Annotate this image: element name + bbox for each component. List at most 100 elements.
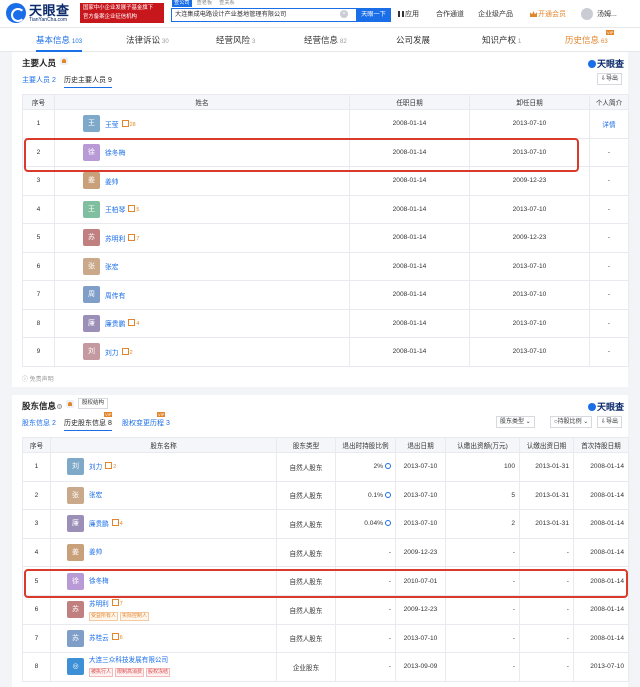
subtab-history-shareholders[interactable]: 历史股东信息 8 bbox=[64, 418, 112, 431]
shareholder-name-cell: 姜姜帅 bbox=[50, 537, 277, 568]
related-companies-badge[interactable]: 4 bbox=[128, 319, 139, 327]
person-name-link[interactable]: 苏明利 bbox=[105, 236, 125, 243]
tab-history-info[interactable]: 历史信息 63 bbox=[565, 28, 608, 52]
person-name-link[interactable]: 周传有 bbox=[105, 293, 125, 300]
shareholder-name-link[interactable]: 刘力 bbox=[89, 464, 102, 471]
shareholder-name-link[interactable]: 苏桂云 bbox=[89, 635, 109, 642]
bio-cell: - bbox=[589, 194, 629, 224]
avatar[interactable]: 张 bbox=[83, 257, 100, 275]
clear-search-icon[interactable]: × bbox=[340, 10, 348, 18]
related-companies-badge[interactable]: 5 bbox=[128, 205, 139, 213]
related-companies-badge[interactable]: 7 bbox=[128, 234, 139, 242]
tab-lawsuits[interactable]: 法律诉讼 30 bbox=[126, 28, 169, 52]
bio-cell[interactable]: 详情 bbox=[589, 109, 629, 139]
avatar[interactable]: 苏 bbox=[67, 629, 84, 647]
history-clock-icon[interactable] bbox=[385, 491, 391, 498]
nav-apps[interactable]: 应用 bbox=[398, 9, 419, 19]
personnel-title: 主要人员 bbox=[22, 58, 57, 68]
risk-tag[interactable]: 实际控制人 bbox=[120, 611, 150, 621]
logo[interactable]: 天眼查 TianYanCha.com bbox=[6, 3, 70, 23]
avatar[interactable]: 苏 bbox=[83, 229, 100, 247]
nav-cooperation[interactable]: 合作通道 bbox=[436, 9, 464, 19]
avatar[interactable]: 廉 bbox=[67, 515, 84, 533]
tab-intellectual-property[interactable]: 知识产权 1 bbox=[482, 28, 521, 52]
equity-structure-button[interactable]: 股权结构 bbox=[78, 398, 109, 409]
avatar[interactable]: 周 bbox=[83, 286, 100, 304]
search-tab-relation[interactable]: 查关系 bbox=[217, 0, 237, 7]
related-companies-badge[interactable]: 2 bbox=[122, 348, 133, 356]
table-row: 8 廉廉贵鹏 4 2008-01-14 2013-07-10- bbox=[22, 308, 629, 338]
avatar[interactable]: 姜 bbox=[83, 172, 100, 190]
highlight-box bbox=[24, 138, 579, 172]
user-avatar[interactable] bbox=[581, 8, 593, 20]
avatar[interactable]: 苏 bbox=[67, 601, 84, 619]
tab-basic-info[interactable]: 基本信息 103 bbox=[36, 28, 83, 52]
avatar[interactable]: 刘 bbox=[83, 343, 100, 361]
tab-business-risk[interactable]: 经营风险 3 bbox=[216, 28, 255, 52]
related-companies-badge[interactable]: 7 bbox=[112, 599, 123, 609]
person-name-link[interactable]: 王柏琴 bbox=[105, 207, 125, 214]
monitor-bell-icon[interactable] bbox=[60, 57, 68, 65]
related-companies-badge[interactable]: 2 bbox=[105, 462, 116, 472]
search-tab-company[interactable]: 查公司 bbox=[172, 0, 192, 7]
shareholder-name-link[interactable]: 张宏 bbox=[89, 492, 102, 499]
subtab-history-personnel[interactable]: 历史主要人员 9 bbox=[64, 75, 112, 88]
avatar[interactable]: 姜 bbox=[67, 544, 84, 562]
person-name-link[interactable]: 姜帅 bbox=[105, 179, 119, 186]
export-button[interactable]: ⇩导出 bbox=[597, 416, 623, 428]
risk-tag[interactable]: 受益所有人 bbox=[89, 611, 119, 621]
col-header-no: 序号 bbox=[22, 94, 55, 110]
shareholder-name-link[interactable]: 姜帅 bbox=[89, 549, 102, 556]
risk-tag[interactable]: 被执行人 bbox=[89, 668, 114, 678]
table-row: 2 张张宏 自然人股东 0.1% 2013-07-10 5 2013-01-31 2008-0… bbox=[22, 480, 629, 511]
avatar[interactable]: ◎ bbox=[67, 658, 84, 676]
shareholder-type-filter[interactable]: 股东类型 ⌄ bbox=[496, 416, 535, 428]
person-name-link[interactable]: 张宏 bbox=[105, 264, 119, 271]
col-header-first-date: 首次持股日期 bbox=[573, 437, 629, 453]
bio-cell: - bbox=[589, 223, 629, 253]
exit-ratio: 0.1% bbox=[335, 480, 396, 511]
avatar[interactable]: 刘 bbox=[67, 458, 84, 476]
history-clock-icon[interactable] bbox=[385, 520, 391, 527]
tab-operation-info[interactable]: 经营信息 82 bbox=[304, 28, 347, 52]
search-input[interactable]: 大连集成电路设计产业基地管理有限公司 bbox=[171, 8, 357, 22]
col-header-bio: 个人简介 bbox=[589, 94, 629, 110]
related-companies-badge[interactable]: 6 bbox=[112, 633, 123, 643]
share-ratio-filter[interactable]: ○持股比例 ⌄ bbox=[550, 416, 593, 428]
shareholder-type: 企业股东 bbox=[276, 652, 336, 682]
avatar[interactable]: 张 bbox=[67, 486, 84, 504]
shareholder-name-link[interactable]: 大连三众科技发展有限公司 bbox=[89, 657, 168, 664]
avatar[interactable]: 廉 bbox=[83, 314, 100, 332]
subtab-shareholders[interactable]: 股东信息 2 bbox=[22, 418, 56, 428]
search-button[interactable]: 天眼一下 bbox=[356, 8, 391, 22]
nav-user-name[interactable]: 汤姆... bbox=[597, 9, 617, 19]
related-companies-badge[interactable]: 28 bbox=[122, 120, 136, 128]
person-name-link[interactable]: 刘力 bbox=[105, 350, 119, 357]
export-button[interactable]: ⇩导出 bbox=[597, 73, 623, 85]
history-clock-icon[interactable] bbox=[385, 463, 391, 470]
help-icon[interactable]: ? bbox=[57, 404, 63, 409]
person-name-link[interactable]: 王莹 bbox=[105, 122, 119, 129]
search-tab-boss[interactable]: 查老板 bbox=[195, 0, 215, 7]
shareholder-name-link[interactable]: 苏明利 bbox=[89, 601, 109, 608]
subtab-equity-changes[interactable]: 股权变更历程 3 bbox=[122, 418, 170, 428]
official-banner: 国家中小企业发展子基金旗下 官方备案企业征信机构 bbox=[80, 3, 164, 23]
exit-ratio: - bbox=[335, 594, 396, 625]
risk-tag[interactable]: 股权冻结 bbox=[146, 668, 171, 678]
shareholder-name-link[interactable]: 廉贵鹏 bbox=[89, 521, 109, 528]
related-companies-badge[interactable]: 4 bbox=[112, 519, 123, 529]
avatar[interactable]: 王 bbox=[83, 115, 100, 133]
subtab-main-personnel[interactable]: 主要人员 2 bbox=[22, 75, 56, 85]
row-number: 6 bbox=[22, 594, 51, 625]
avatar[interactable]: 王 bbox=[83, 200, 100, 218]
nav-enterprise-products[interactable]: 企业级产品 bbox=[478, 9, 513, 19]
monitor-bell-icon[interactable] bbox=[66, 400, 74, 408]
person-name-link[interactable]: 廉贵鹏 bbox=[105, 321, 125, 328]
shareholder-name-cell: 廉廉贵鹏 4 bbox=[50, 509, 277, 539]
disclaimer-link[interactable]: ⓘ 免责声明 bbox=[22, 374, 54, 383]
nav-open-vip[interactable]: 开通会员 bbox=[530, 9, 566, 19]
brand-watermark: 天眼查 bbox=[588, 400, 624, 413]
tab-company-development[interactable]: 公司发展 bbox=[396, 28, 432, 52]
col-header-name: 姓名 bbox=[54, 94, 350, 110]
risk-tag[interactable]: 限制高消费 bbox=[115, 668, 145, 678]
